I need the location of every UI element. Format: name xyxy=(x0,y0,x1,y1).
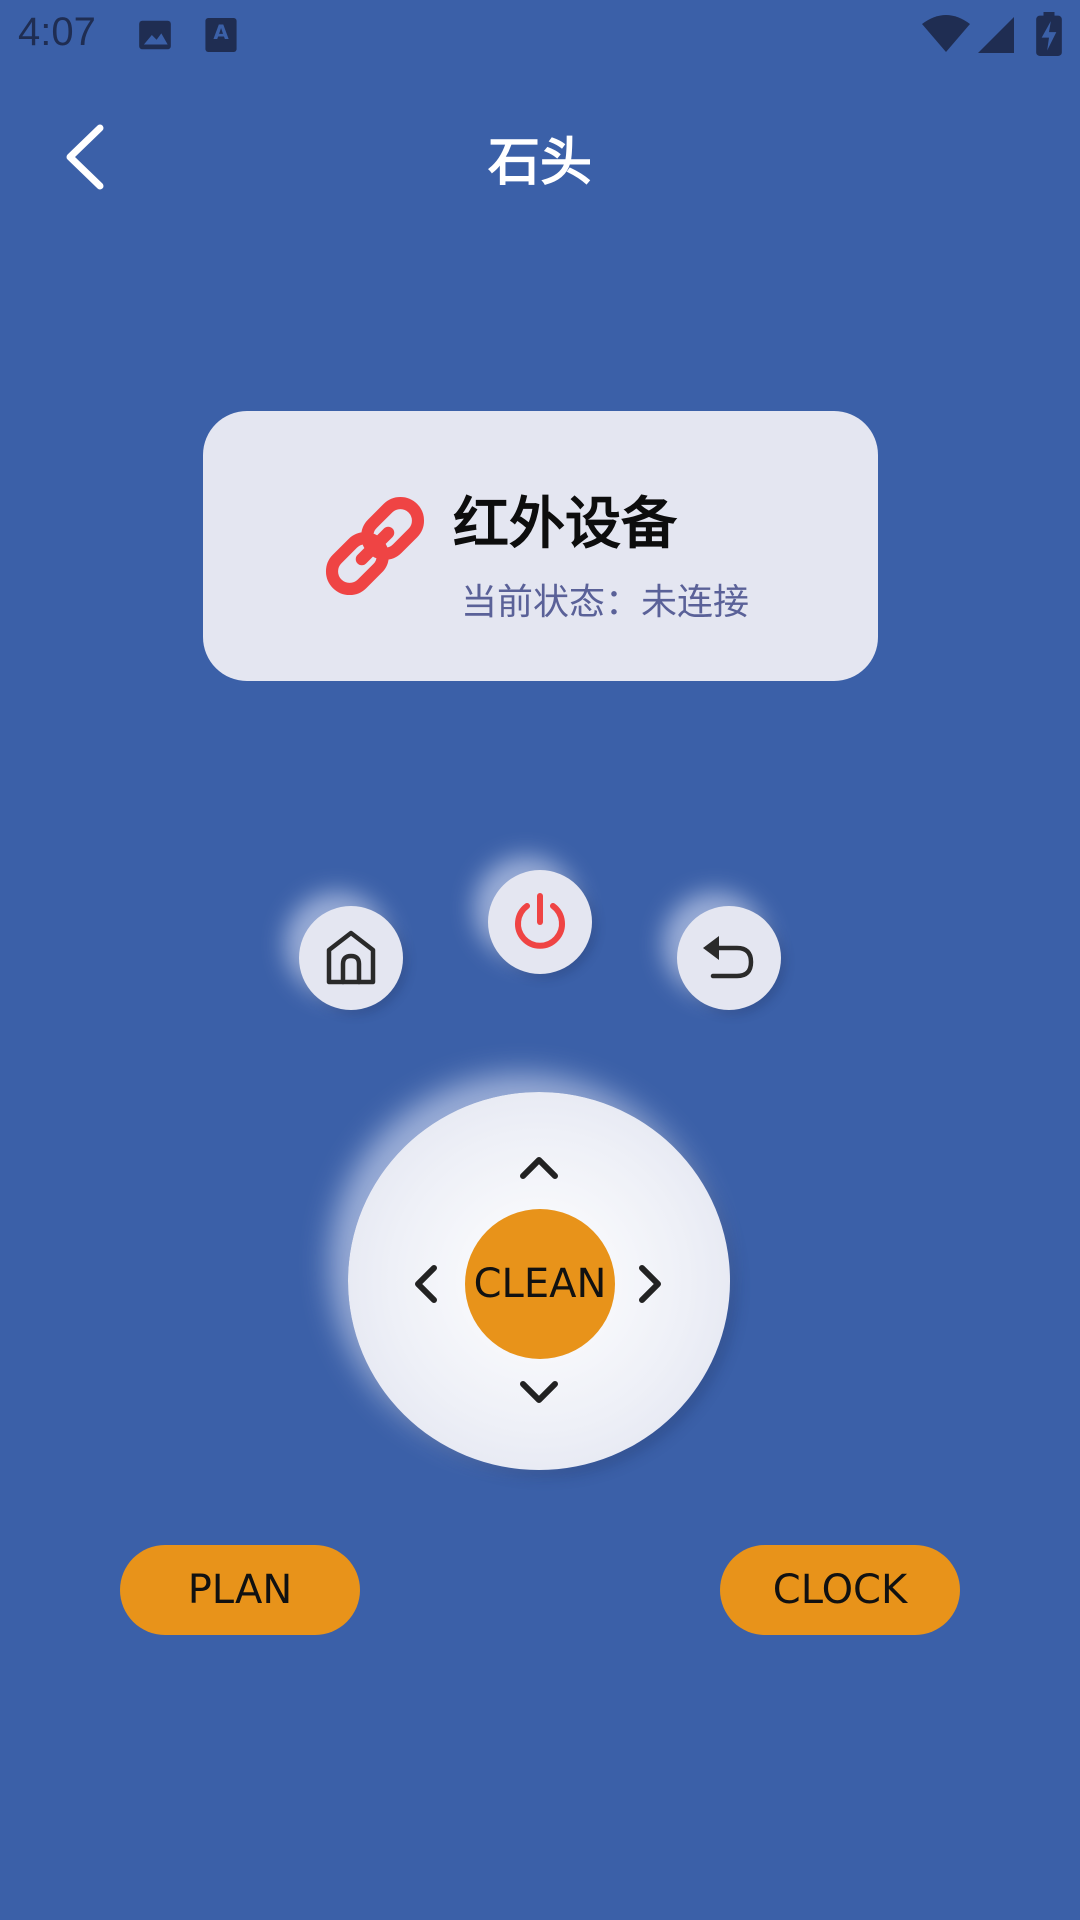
device-card[interactable]: 红外设备 当前状态：未连接 xyxy=(203,411,878,681)
clean-button[interactable]: CLEAN xyxy=(465,1209,615,1359)
signal-icon xyxy=(978,17,1014,53)
power-button[interactable] xyxy=(488,870,592,974)
battery-charging-icon xyxy=(1036,12,1062,56)
link-icon xyxy=(325,496,425,596)
wifi-icon xyxy=(922,15,970,52)
return-icon xyxy=(703,936,754,979)
image-icon xyxy=(139,20,171,50)
status-time: 4:07 xyxy=(18,10,96,54)
clock-button[interactable]: CLOCK xyxy=(720,1545,960,1635)
connection-status: 当前状态：未连接 xyxy=(461,582,750,623)
page-title: 石头 xyxy=(487,133,592,193)
chevron-left-icon[interactable] xyxy=(396,1254,456,1314)
plan-button[interactable]: PLAN xyxy=(120,1545,360,1635)
return-button[interactable] xyxy=(677,906,781,1010)
chevron-right-icon[interactable] xyxy=(620,1254,680,1314)
power-icon xyxy=(515,893,565,949)
home-button[interactable] xyxy=(299,906,403,1010)
chevron-up-icon[interactable] xyxy=(509,1138,569,1198)
status-bar: 4:07 A xyxy=(0,0,1080,72)
direction-pad: CLEAN xyxy=(348,1092,730,1470)
chevron-down-icon[interactable] xyxy=(509,1362,569,1422)
device-name: 红外设备 xyxy=(453,492,677,557)
a-keyboard-icon: A xyxy=(205,18,237,52)
svg-text:A: A xyxy=(213,21,229,44)
home-icon xyxy=(326,930,376,985)
